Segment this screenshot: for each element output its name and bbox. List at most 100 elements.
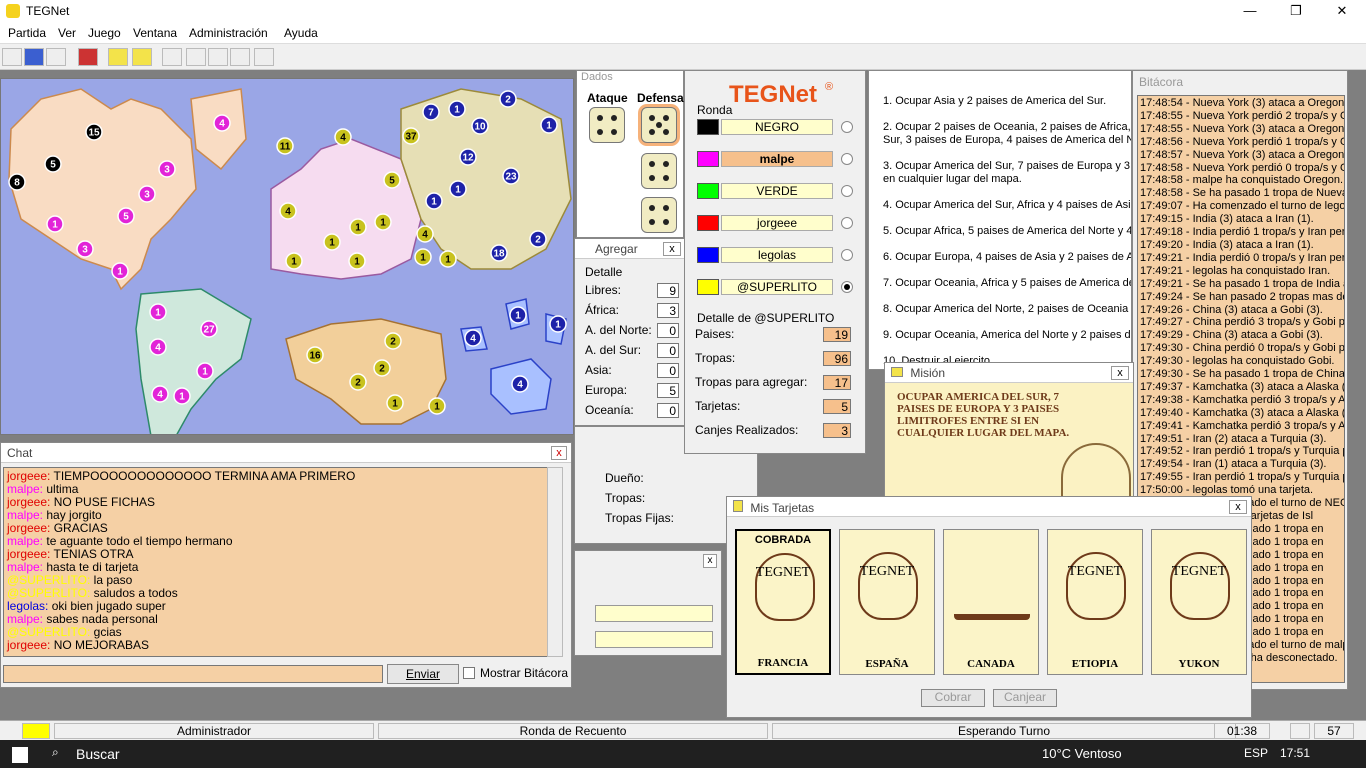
taskbar-clock[interactable]: 17:51	[1280, 746, 1310, 760]
player-radio[interactable]	[841, 185, 853, 197]
log-line: 17:48:57 - Nueva York (3) ataca a Oregon…	[1140, 148, 1345, 161]
card[interactable]: COBRADA TEGNET FRANCIA	[735, 529, 831, 675]
windows-start-icon[interactable]	[12, 747, 28, 763]
player-row[interactable]: legolas	[695, 245, 855, 265]
chat-user: malpe:	[7, 482, 47, 496]
player-radio[interactable]	[841, 281, 853, 293]
log-line: 17:48:56 - Nueva York perdió 1 tropa/s y…	[1140, 135, 1345, 148]
cannon-icon	[954, 580, 1030, 620]
army-count: 1	[420, 253, 426, 264]
restore-button[interactable]: ❐	[1276, 2, 1316, 20]
status-state: Esperando Turno	[772, 723, 1236, 739]
chat-text: TIEMPOOOOOOOOOOOOO TERMINA AMA PRIMERO	[53, 469, 356, 483]
chat-panel: Chat x jorgeee: TIEMPOOOOOOOOOOOOO TERMI…	[0, 442, 572, 688]
save-icon[interactable]	[78, 48, 98, 66]
log-line: 17:49:21 - India perdió 0 tropa/s y Iran…	[1140, 251, 1345, 264]
send-button[interactable]: Enviar	[387, 664, 459, 684]
chat-text: ultima	[46, 482, 79, 496]
objective-item: 2. Ocupar 2 paises de Oceania, 2 paises …	[883, 121, 1131, 133]
action-field-2[interactable]	[595, 631, 713, 648]
search-icon[interactable]: ⌕	[52, 745, 59, 760]
list-icon[interactable]	[46, 48, 66, 66]
log-line: 17:49:40 - Kamchatka (3) ataca a Alaska …	[1140, 406, 1345, 419]
army-count: 1	[155, 308, 161, 319]
chat-scrollbar[interactable]	[547, 467, 563, 657]
add-troops-panel: Agregar x Detalle Libres: 9 África: 3 A. del…	[574, 238, 686, 426]
connect-icon[interactable]	[2, 48, 22, 66]
army-count: 1	[434, 402, 440, 413]
chat-user: @SUPERLITO:	[7, 625, 94, 639]
mission-icon[interactable]	[132, 48, 152, 66]
mission-title: Misión	[910, 366, 946, 380]
detail-label: Paises:	[695, 327, 735, 341]
army-count: 27	[203, 325, 215, 336]
cards-close-icon[interactable]: x	[1229, 500, 1247, 514]
player-row[interactable]: jorgeee	[695, 213, 855, 233]
chat-text: GRACIAS	[53, 521, 108, 535]
detail-value: 3	[823, 423, 851, 438]
globe-icon[interactable]	[24, 48, 44, 66]
language[interactable]: ESP	[1244, 746, 1268, 760]
add-troops-close-icon[interactable]: x	[663, 242, 681, 256]
army-count: 4	[470, 334, 476, 345]
army-count: 16	[309, 351, 321, 362]
action-field-1[interactable]	[595, 605, 713, 622]
player-radio[interactable]	[841, 121, 853, 133]
army-count: 15	[88, 128, 100, 139]
army-count: 1	[454, 105, 460, 116]
army-count: 1	[354, 257, 360, 268]
menu-ver[interactable]: Ver	[58, 26, 76, 40]
show-log-checkbox[interactable]	[463, 667, 475, 679]
card-badge: COBRADA	[754, 534, 812, 546]
menu-administracion[interactable]: Administración	[189, 26, 268, 40]
player-radio[interactable]	[841, 249, 853, 261]
add-row-value: 5	[657, 383, 679, 398]
fixed-troops-label: Tropas Fijas:	[605, 511, 674, 525]
log-line: 17:48:55 - Nueva York (3) ataca a Oregon…	[1140, 122, 1345, 135]
objective-item: 7. Ocupar Oceania, Africa y 5 paises de …	[883, 277, 1132, 289]
exchange-button[interactable]: Canjear	[993, 689, 1057, 707]
minimize-button[interactable]: —	[1230, 2, 1270, 20]
player-row[interactable]: malpe	[695, 149, 855, 169]
world-map[interactable]: 15 5 8 4 3 3 5 1 3 1 1 27 4 1 4 1 11 4 37 5 4 1 1 1 1 1 4 1 1 16 2 2 2 1 1…	[0, 78, 574, 435]
menu-juego[interactable]: Juego	[88, 26, 121, 40]
attack-icon[interactable]	[186, 48, 206, 66]
cards-title-bar: Mis Tarjetas	[727, 497, 1251, 517]
log-line: 17:48:58 - malpe ha conquistado Oregon.	[1140, 174, 1344, 187]
defense-die-3	[641, 197, 677, 233]
collect-button[interactable]: Cobrar	[921, 689, 985, 707]
check-icon[interactable]	[254, 48, 274, 66]
army-count: 1	[380, 218, 386, 229]
card[interactable]: TEGNET ESPAÑA	[839, 529, 935, 675]
menu-ayuda[interactable]: Ayuda	[284, 26, 318, 40]
add-icon[interactable]	[162, 48, 182, 66]
chat-close-icon[interactable]: x	[551, 446, 567, 460]
player-radio[interactable]	[841, 153, 853, 165]
menu-ventana[interactable]: Ventana	[133, 26, 177, 40]
card[interactable]: CANADA	[943, 529, 1039, 675]
chat-user: malpe:	[7, 534, 47, 548]
player-row[interactable]: @SUPERLITO	[695, 277, 855, 297]
card[interactable]: TEGNET ETIOPIA	[1047, 529, 1143, 675]
chat-input[interactable]	[3, 665, 383, 683]
cards-title: Mis Tarjetas	[750, 501, 815, 515]
defense-die-1	[641, 107, 677, 143]
close-button[interactable]: ✕	[1322, 2, 1362, 20]
player-row[interactable]: NEGRO	[695, 117, 855, 137]
army-count: 1	[455, 185, 461, 196]
taskbar-search[interactable]: Buscar	[76, 746, 120, 762]
player-row[interactable]: VERDE	[695, 181, 855, 201]
copy-icon[interactable]	[230, 48, 250, 66]
card-art-text: TEGNET	[755, 565, 811, 580]
objective-item: 3. Ocupar America del Sur, 7 paises de E…	[883, 160, 1132, 172]
add-row-label: Europa:	[585, 383, 628, 397]
chat-log[interactable]: jorgeee: TIEMPOOOOOOOOOOOOO TERMINA AMA …	[3, 467, 549, 657]
card[interactable]: TEGNET YUKON	[1151, 529, 1247, 675]
action-close-icon[interactable]: x	[703, 554, 717, 568]
card-icon[interactable]	[108, 48, 128, 66]
mission-close-icon[interactable]: x	[1111, 366, 1129, 380]
player-radio[interactable]	[841, 217, 853, 229]
menu-partida[interactable]: Partida	[8, 26, 46, 40]
regroup-icon[interactable]	[208, 48, 228, 66]
army-count: 4	[422, 230, 428, 241]
